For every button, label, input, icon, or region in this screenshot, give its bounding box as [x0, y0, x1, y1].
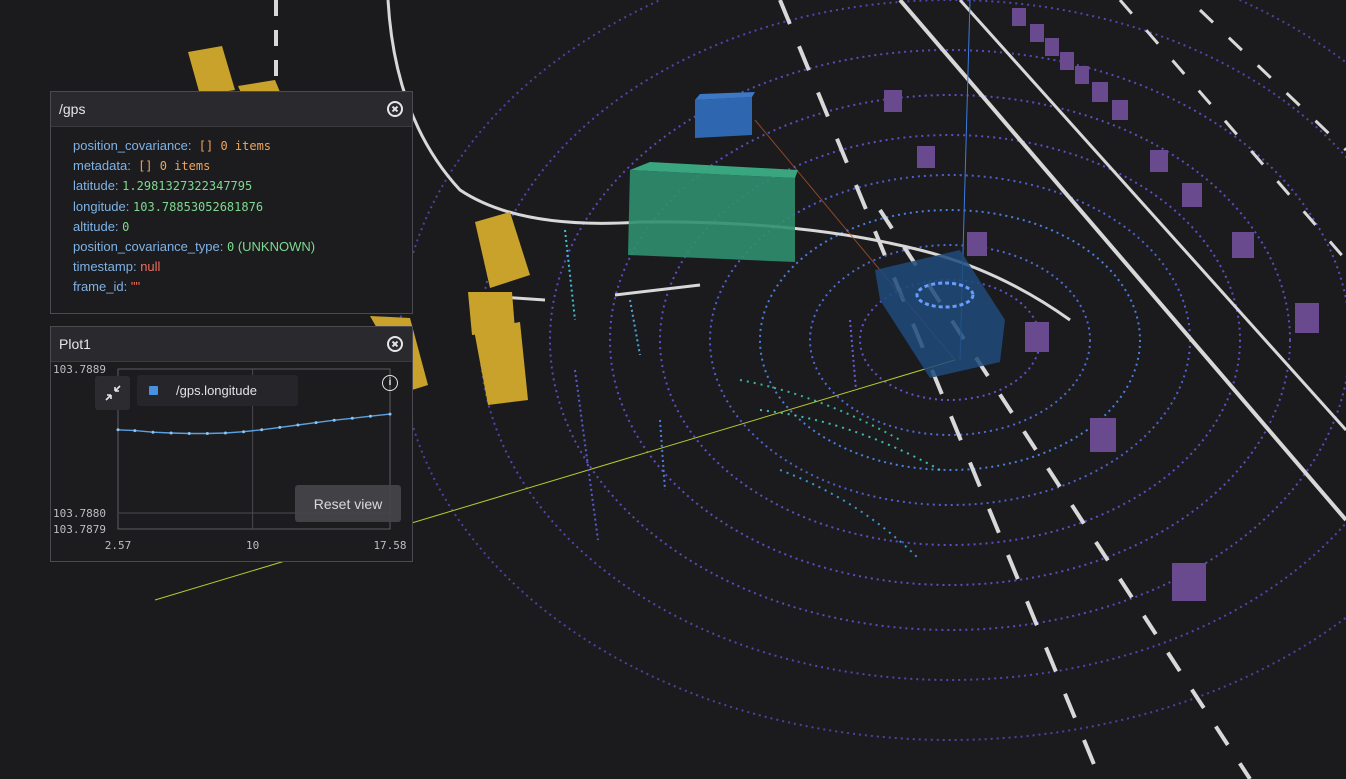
series-color-swatch	[149, 386, 158, 395]
field-longitude: longitude: 103.78853052681876	[73, 198, 264, 214]
x-tick-label: 10	[246, 539, 259, 552]
data-point	[133, 429, 137, 433]
y-tick-label: 103.7880	[53, 507, 106, 520]
data-point	[187, 431, 191, 435]
gps-fields: position_covariance: [] 0 items metadata…	[51, 127, 412, 298]
data-point	[223, 431, 227, 435]
reset-view-button[interactable]: Reset view	[295, 485, 401, 522]
data-point	[151, 430, 155, 434]
x-tick-label: 17.58	[373, 539, 406, 552]
plot-legend-item[interactable]: /gps.longitude	[137, 375, 298, 406]
data-point	[116, 428, 120, 432]
data-point	[332, 418, 336, 422]
gps-panel-header: /gps	[51, 92, 412, 127]
data-point	[368, 414, 372, 418]
data-point	[388, 412, 392, 416]
close-icon[interactable]	[387, 336, 403, 352]
field-frame-id: frame_id: ""	[73, 279, 141, 295]
data-point	[169, 431, 173, 435]
data-point	[296, 423, 300, 427]
data-point	[278, 425, 282, 429]
field-position-covariance[interactable]: position_covariance: [] 0 items	[73, 136, 412, 156]
y-tick-label: 103.7879	[53, 523, 106, 536]
field-latitude: latitude: 1.2981327322347795	[73, 178, 253, 194]
truck-bounding-box	[628, 162, 798, 262]
legend-label: /gps.longitude	[176, 383, 257, 398]
data-point	[314, 421, 318, 425]
car-bounding-box	[695, 92, 755, 138]
series-line-longitude	[117, 413, 391, 435]
collapse-arrows-icon[interactable]	[95, 376, 130, 410]
gps-message-panel: /gps position_covariance: [] 0 items met…	[50, 91, 413, 314]
field-timestamp: timestamp: null	[73, 259, 161, 275]
plot-panel: Plot1 103.7889 103.7880 103.7879 2.57 10 17.5…	[50, 326, 413, 562]
data-point	[242, 430, 246, 434]
field-altitude: altitude: 0	[73, 218, 130, 234]
gps-panel-title: /gps	[59, 101, 86, 117]
field-metadata[interactable]: metadata: [] 0 items	[73, 156, 412, 176]
y-tick-label: 103.7889	[53, 363, 106, 376]
data-point	[205, 431, 209, 435]
x-tick-label: 2.57	[105, 539, 132, 552]
close-icon[interactable]	[387, 101, 403, 117]
plot-panel-header: Plot1	[51, 327, 412, 362]
info-icon[interactable]: i	[382, 375, 398, 391]
data-point	[260, 428, 264, 432]
plot-panel-title: Plot1	[59, 336, 91, 352]
field-position-covariance-type: position_covariance_type: 0 (UNKNOWN)	[73, 239, 316, 255]
data-point	[350, 416, 354, 420]
